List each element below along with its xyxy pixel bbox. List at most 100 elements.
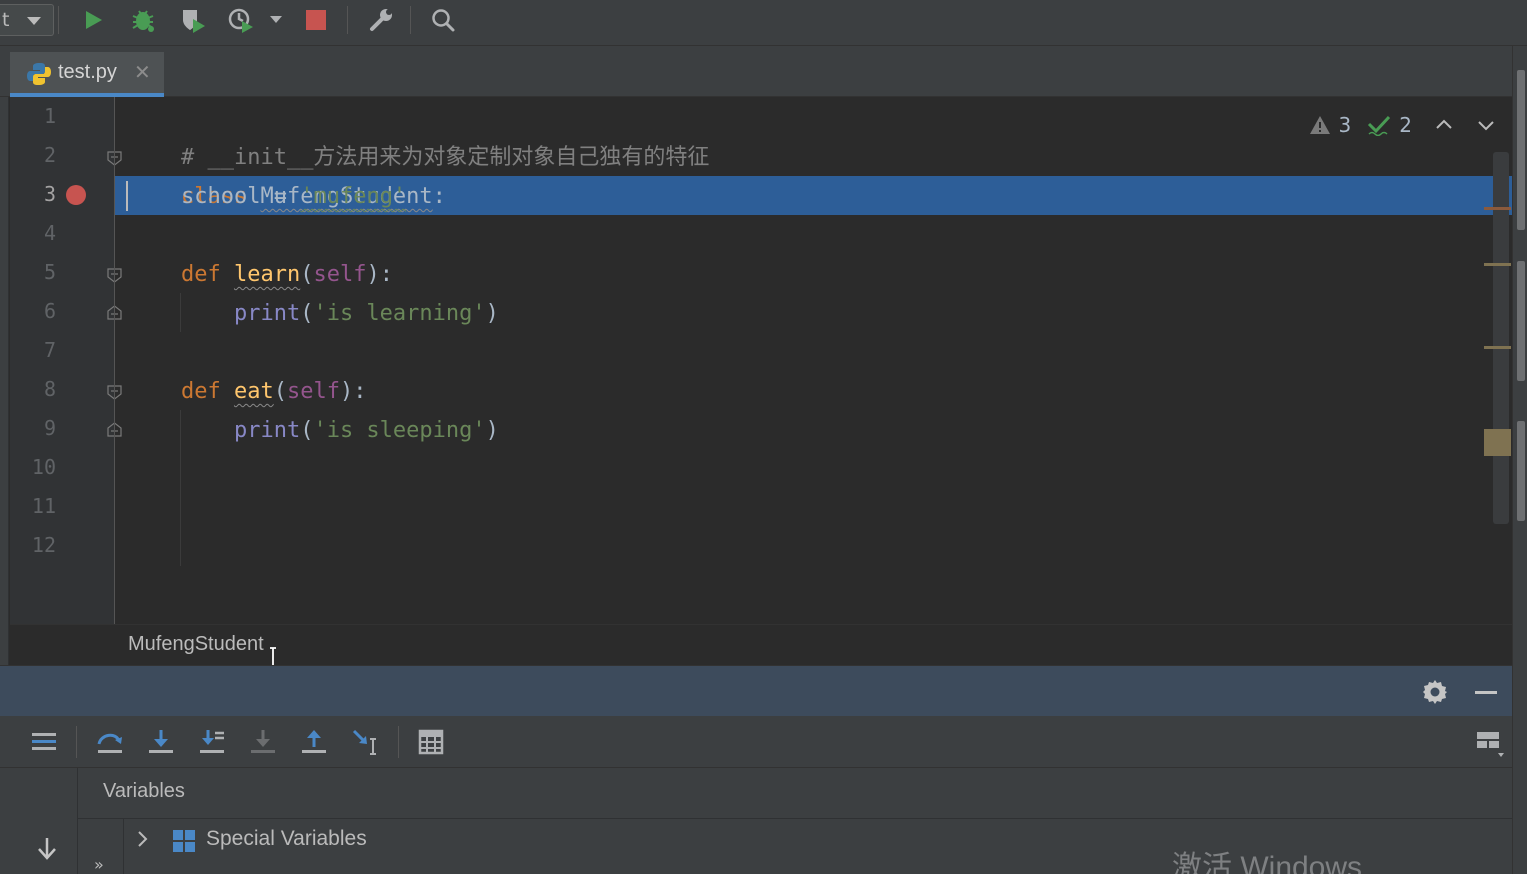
- debug-settings-button[interactable]: [1421, 678, 1449, 706]
- line-number: 5: [43, 260, 56, 284]
- step-out-icon: [302, 730, 326, 753]
- chevron-up-icon[interactable]: [1434, 115, 1454, 135]
- toolbar-divider: [76, 726, 77, 758]
- warning-stripe-marker[interactable]: [1484, 263, 1511, 266]
- warning-stripe-marker[interactable]: [1484, 346, 1511, 349]
- evaluate-expression-button[interactable]: [415, 726, 447, 758]
- coverage-icon: [183, 10, 205, 33]
- code-line-5[interactable]: def learn(self):: [128, 255, 393, 294]
- double-chevron-right-icon[interactable]: »: [94, 855, 104, 874]
- run-with-coverage-button[interactable]: [178, 5, 208, 35]
- settings-button[interactable]: [367, 5, 397, 35]
- string-literal: 'mufeng': [300, 184, 407, 209]
- warning-icon: [1309, 116, 1330, 134]
- line-number: 10: [31, 455, 56, 479]
- breakpoint-icon[interactable]: [66, 185, 86, 205]
- code-line-9[interactable]: print('is sleeping'): [128, 411, 499, 450]
- breadcrumb: MufengStudent: [10, 624, 1512, 669]
- punctuation: ):: [339, 379, 367, 404]
- minimize-panel-button[interactable]: [1472, 678, 1500, 706]
- frames-column: [0, 768, 78, 874]
- stop-button[interactable]: [301, 5, 331, 35]
- line-number: 3: [43, 182, 56, 206]
- function-name: eat: [233, 379, 274, 404]
- line-number: 7: [43, 338, 56, 362]
- chevron-down-icon[interactable]: [1476, 115, 1496, 135]
- calculator-icon: [418, 729, 444, 755]
- run-config-select[interactable]: t: [0, 4, 54, 36]
- line-number: 12: [31, 533, 56, 557]
- right-tool-stripe: [1512, 46, 1527, 874]
- close-icon[interactable]: ✕: [134, 60, 151, 84]
- toolbar-divider: [347, 6, 348, 34]
- step-over-button[interactable]: [94, 726, 126, 758]
- gear-icon: [1423, 680, 1447, 704]
- warning-count: 3: [1338, 113, 1352, 137]
- code-editor[interactable]: 1 2 3 4 5 6 7 8 9 10 11 12 # __init__方法用…: [10, 97, 1512, 624]
- string-literal: 'is learning': [313, 301, 486, 326]
- toolbar-divider: [58, 6, 59, 34]
- variables-title: Variables: [103, 780, 185, 802]
- debug-button[interactable]: [128, 5, 158, 35]
- profile-button[interactable]: [226, 5, 256, 35]
- line-number: 6: [43, 299, 56, 323]
- punctuation: ): [485, 418, 499, 443]
- code-line-2[interactable]: class MufengStudent:: [128, 138, 446, 209]
- step-into-button[interactable]: [145, 726, 177, 758]
- typo-check-icon: [1368, 115, 1391, 136]
- profile-icon: [228, 8, 253, 33]
- punctuation: :: [432, 184, 446, 209]
- keyword: def: [180, 262, 221, 287]
- force-step-into-icon: [251, 730, 275, 753]
- tree-label: Special Variables: [206, 827, 367, 850]
- special-variables-icon: [173, 830, 195, 852]
- error-stripe-marker[interactable]: [1484, 207, 1511, 210]
- tool-window-button[interactable]: [1517, 421, 1525, 521]
- step-into-my-code-button[interactable]: [196, 726, 228, 758]
- arrow-down-icon[interactable]: [34, 836, 60, 862]
- code-line-3[interactable]: school = 'mufeng': [128, 177, 406, 216]
- editor-gutter[interactable]: 1 2 3 4 5 6 7 8 9 10 11 12: [10, 97, 122, 624]
- debug-panel-header: [0, 665, 1512, 716]
- show-execution-point-button[interactable]: [28, 726, 60, 758]
- force-step-into-button[interactable]: [247, 726, 279, 758]
- wrench-icon: [370, 9, 392, 31]
- run-to-cursor-icon: [352, 729, 376, 755]
- run-icon: [86, 11, 102, 29]
- keyword: def: [180, 379, 221, 404]
- punctuation: (: [300, 262, 314, 287]
- line-number: 9: [43, 416, 56, 440]
- line-number: 1: [43, 104, 56, 128]
- step-into-my-code-icon: [200, 730, 224, 753]
- breadcrumb-item[interactable]: MufengStudent: [128, 633, 264, 656]
- variables-header: Variables: [78, 768, 1512, 819]
- punctuation: (: [300, 301, 314, 326]
- run-to-cursor-button[interactable]: [349, 726, 381, 758]
- layout-settings-button[interactable]: [1474, 726, 1506, 758]
- run-button[interactable]: [78, 5, 108, 35]
- punctuation: ):: [366, 262, 393, 287]
- editor-tab-bar: test.py ✕: [0, 46, 1512, 97]
- punctuation: (: [300, 418, 314, 443]
- tool-window-button[interactable]: [1517, 261, 1525, 381]
- debug-icon: [132, 10, 154, 32]
- search-icon: [432, 9, 455, 32]
- punctuation: ): [485, 301, 499, 326]
- python-file-icon: [27, 63, 51, 85]
- inspection-widget[interactable]: 3 2: [1309, 111, 1496, 139]
- tab-test-py[interactable]: test.py ✕: [10, 52, 164, 97]
- chevron-right-icon[interactable]: [136, 830, 150, 848]
- debug-toolbar: [0, 716, 1512, 768]
- chevron-down-icon: [27, 17, 41, 25]
- code-line-1[interactable]: # __init__方法用来为对象定制对象自己独有的特征: [128, 99, 709, 170]
- tool-window-button[interactable]: [1517, 70, 1525, 230]
- minimize-icon: [1475, 691, 1497, 694]
- tab-label: test.py: [58, 61, 117, 83]
- chevron-down-icon[interactable]: [270, 16, 282, 23]
- step-out-button[interactable]: [298, 726, 330, 758]
- search-everywhere-button[interactable]: [428, 5, 458, 35]
- code-line-8[interactable]: def eat(self):: [128, 372, 366, 411]
- code-line-6[interactable]: print('is learning'): [128, 294, 499, 333]
- warning-stripe-marker[interactable]: [1484, 429, 1511, 456]
- stop-icon: [306, 10, 326, 30]
